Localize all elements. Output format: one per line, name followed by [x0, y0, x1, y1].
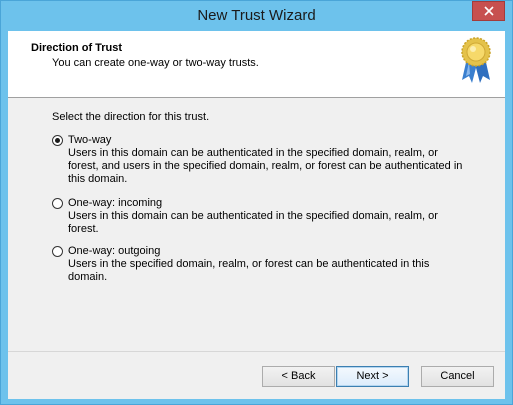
page-title: Direction of Trust: [31, 42, 123, 54]
page-subtitle: You can create one-way or two-way trusts…: [52, 57, 259, 69]
two-way-description: Users in this domain can be authenticate…: [68, 147, 463, 185]
two-way-radio[interactable]: [52, 135, 63, 146]
window-title: New Trust Wizard: [197, 7, 316, 24]
close-icon: [483, 6, 494, 16]
back-button[interactable]: < Back: [262, 366, 335, 387]
wizard-footer: < Back Next > Cancel: [8, 351, 505, 400]
close-button[interactable]: [472, 1, 505, 21]
title-bar[interactable]: New Trust Wizard: [1, 1, 512, 31]
two-way-label[interactable]: Two-way: [68, 134, 111, 146]
one-way-incoming-label[interactable]: One-way: incoming: [68, 197, 162, 209]
one-way-incoming-description: Users in this domain can be authenticate…: [68, 210, 438, 235]
direction-prompt: Select the direction for this trust.: [52, 111, 210, 123]
one-way-outgoing-description: Users in the specified domain, realm, or…: [68, 258, 430, 283]
award-ribbon-icon: [461, 37, 491, 83]
next-button[interactable]: Next >: [336, 366, 409, 387]
cancel-button[interactable]: Cancel: [421, 366, 494, 387]
wizard-window: New Trust Wizard Direction of Trust You …: [0, 0, 513, 405]
one-way-outgoing-radio[interactable]: [52, 246, 63, 257]
wizard-client-area: Direction of Trust You can create one-wa…: [8, 31, 505, 399]
one-way-incoming-radio[interactable]: [52, 198, 63, 209]
wizard-header: Direction of Trust You can create one-wa…: [8, 31, 505, 98]
one-way-outgoing-label[interactable]: One-way: outgoing: [68, 245, 160, 257]
